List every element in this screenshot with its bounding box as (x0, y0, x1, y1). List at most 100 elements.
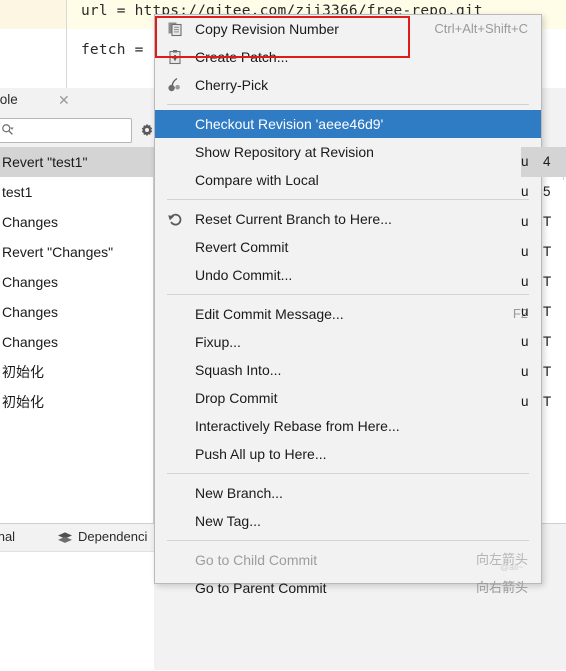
commit-subject: Changes (2, 214, 59, 230)
commit-date: 4 (543, 154, 551, 169)
menu-item-go-to-parent-commit[interactable]: Go to Parent Commit 向右箭头 (155, 574, 541, 602)
search-icon (2, 124, 14, 135)
menu-item-cherry-pick[interactable]: Cherry-Pick (155, 71, 541, 99)
menu-item-reset-current-branch-to-here[interactable]: Reset Current Branch to Here... (155, 205, 541, 233)
menu-item-push-all-up-to-here[interactable]: Push All up to Here... (155, 440, 541, 468)
commit-row[interactable]: Changes (0, 297, 153, 327)
menu-item-label: Interactively Rebase from Here... (195, 418, 400, 434)
commit-author: u (521, 274, 529, 289)
commit-meta-row[interactable]: uT (521, 387, 566, 417)
status-terminal[interactable]: minal (0, 529, 15, 544)
code-line-fetch[interactable]: fetch = (81, 42, 152, 58)
commit-author: u (521, 364, 529, 379)
menu-item-shortcut: 向右箭头 (475, 580, 528, 595)
menu-item-go-to-child-commit: Go to Child Commit 向左箭头 (155, 546, 541, 574)
commit-subject: 初始化 (2, 394, 44, 410)
menu-item-new-branch[interactable]: New Branch... (155, 479, 541, 507)
commit-subject: 初始化 (2, 364, 44, 380)
commit-author: u (521, 244, 529, 259)
menu-item-drop-commit[interactable]: Drop Commit (155, 384, 541, 412)
commit-date: T (543, 334, 552, 349)
commit-subject: Revert "Changes" (2, 244, 114, 260)
menu-item-label: Checkout Revision 'aeee46d9' (195, 116, 384, 132)
commit-row[interactable]: Changes (0, 327, 153, 357)
menu-item-shortcut: Ctrl+Alt+Shift+C (434, 21, 528, 36)
commit-meta-row[interactable]: uT (521, 297, 566, 327)
cherry-icon (168, 77, 180, 92)
commit-row[interactable]: 初始化 (0, 357, 153, 387)
copy-icon (168, 22, 182, 37)
menu-item-label: Squash Into... (195, 362, 282, 378)
menu-item-copy-revision-number[interactable]: Copy Revision Number Ctrl+Alt+Shift+C (155, 15, 541, 43)
menu-item-label: Edit Commit Message... (195, 306, 344, 322)
commit-subject: Changes (2, 274, 59, 290)
commit-meta-row[interactable]: uT (521, 327, 566, 357)
menu-separator (167, 294, 529, 295)
menu-item-label: Compare with Local (195, 172, 319, 188)
commit-subject: Changes (2, 334, 59, 350)
commit-date: T (543, 244, 552, 259)
commit-meta-row[interactable]: uT (521, 357, 566, 387)
commit-row[interactable]: test1 (0, 177, 153, 207)
menu-item-edit-commit-message[interactable]: Edit Commit Message... F2 (155, 300, 541, 328)
menu-item-undo-commit[interactable]: Undo Commit... (155, 261, 541, 289)
commit-author: u (521, 304, 529, 319)
search-input[interactable] (19, 121, 127, 141)
menu-item-interactively-rebase-from-here[interactable]: Interactively Rebase from Here... (155, 412, 541, 440)
commit-date: T (543, 364, 552, 379)
commit-row[interactable]: Revert "Changes" (0, 237, 153, 267)
commit-row[interactable]: Changes (0, 207, 153, 237)
gear-icon[interactable] (140, 123, 154, 137)
menu-item-label: Undo Commit... (195, 267, 293, 283)
editor-gutter (0, 0, 67, 88)
undo-icon (168, 213, 182, 226)
watermark: @all~ (500, 562, 524, 572)
commit-author: u (521, 214, 529, 229)
menu-item-show-repository-at-revision[interactable]: Show Repository at Revision (155, 138, 541, 166)
commit-context-menu[interactable]: Copy Revision Number Ctrl+Alt+Shift+C Crea… (154, 14, 542, 596)
menu-item-squash-into[interactable]: Squash Into... (155, 356, 541, 384)
close-icon[interactable]: ✕ (58, 92, 70, 109)
commit-list[interactable]: Revert "test1" test1 Changes Revert "Change… (0, 147, 154, 523)
menu-item-label: Cherry-Pick (195, 77, 269, 93)
commit-meta-row[interactable]: uT (521, 237, 566, 267)
commit-subject: test1 (2, 184, 33, 200)
commit-author: u (521, 334, 529, 349)
tab-console[interactable]: onsole (0, 92, 18, 112)
menu-separator (167, 540, 529, 541)
commit-row[interactable]: Changes (0, 267, 153, 297)
menu-item-label: Drop Commit (195, 390, 278, 406)
menu-item-label: Push All up to Here... (195, 446, 327, 462)
commit-date: T (543, 304, 552, 319)
menu-item-label: New Branch... (195, 485, 283, 501)
commit-meta-row[interactable]: u4 (521, 147, 566, 177)
commit-meta-row[interactable]: u5 (521, 177, 566, 207)
menu-item-label: Create Patch... (195, 49, 289, 65)
commit-author: u (521, 184, 529, 199)
commit-row[interactable]: Revert "test1" (0, 147, 153, 177)
patch-icon (169, 50, 181, 65)
menu-item-checkout-revision-aeee46d9[interactable]: Checkout Revision 'aeee46d9' (155, 110, 541, 138)
commit-meta-row[interactable]: uT (521, 267, 566, 297)
menu-item-label: Copy Revision Number (195, 21, 339, 37)
commit-date: 5 (543, 184, 551, 199)
status-dependencies[interactable]: Dependenci (78, 529, 147, 544)
search-box[interactable] (0, 118, 132, 143)
menu-item-revert-commit[interactable]: Revert Commit (155, 233, 541, 261)
commit-date: T (543, 394, 552, 409)
menu-item-label: Reset Current Branch to Here... (195, 211, 392, 227)
commit-author: u (521, 154, 529, 169)
commit-date: T (543, 214, 552, 229)
menu-item-compare-with-local[interactable]: Compare with Local (155, 166, 541, 194)
commit-date: T (543, 274, 552, 289)
menu-item-fixup[interactable]: Fixup... (155, 328, 541, 356)
gutter-current-line-highlight (0, 0, 66, 29)
menu-item-label: Fixup... (195, 334, 241, 350)
menu-item-new-tag[interactable]: New Tag... (155, 507, 541, 535)
menu-item-create-patch[interactable]: Create Patch... (155, 43, 541, 71)
commit-meta-row[interactable]: uT (521, 207, 566, 237)
commit-subject: Changes (2, 304, 59, 320)
commit-row[interactable]: 初始化 (0, 387, 153, 417)
menu-item-label: Go to Parent Commit (195, 580, 327, 596)
commit-subject: Revert "test1" (2, 154, 88, 170)
